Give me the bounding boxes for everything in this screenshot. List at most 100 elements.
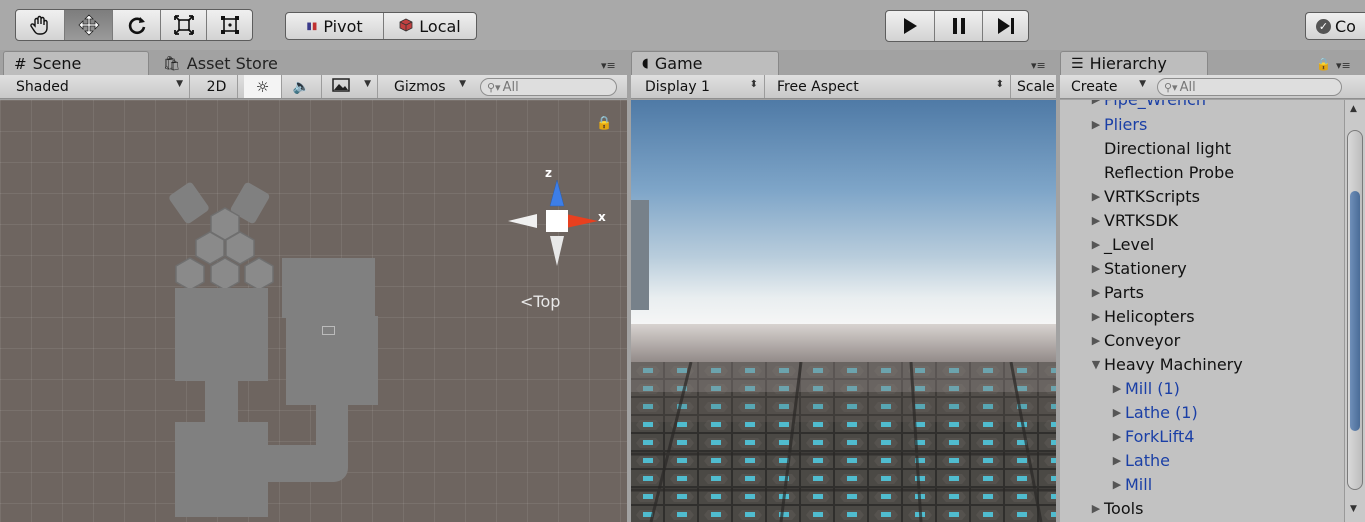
scrollbar-thumb[interactable] [1347, 130, 1363, 490]
scale-slider[interactable]: Scale [1011, 75, 1056, 98]
tab-asset-store[interactable]: 🛍 Asset Store [152, 51, 302, 75]
speaker-icon: 🔈 [292, 78, 311, 95]
rect-tool-icon[interactable] [206, 10, 252, 40]
scale-label: Scale [1017, 78, 1055, 95]
hierarchy-item[interactable]: ▶ Mill [1109, 472, 1152, 496]
pivot-icon: ▮▮ [306, 20, 318, 32]
expand-arrow-icon[interactable]: ▶ [1109, 382, 1125, 395]
effects-dropdown[interactable]: ▼ [326, 75, 378, 98]
scroll-down-arrow-icon[interactable]: ▼ [1350, 504, 1357, 514]
game-viewport[interactable] [631, 100, 1056, 522]
pause-button[interactable] [934, 11, 982, 41]
gizmo-x-label: x [598, 210, 606, 224]
expand-arrow-icon[interactable]: ▶ [1109, 478, 1125, 491]
hierarchy-item[interactable]: ▶ Parts [1088, 280, 1144, 304]
expand-arrow-icon[interactable]: ▶ [1088, 118, 1104, 131]
2d-toggle[interactable]: 2D [196, 75, 238, 98]
hand-tool-icon[interactable] [16, 10, 64, 40]
pivot-toggle[interactable]: ▮▮ Pivot [286, 13, 383, 39]
hierarchy-item[interactable]: ▶ Stationery [1088, 256, 1187, 280]
gizmos-dropdown[interactable]: Gizmos ▼ [388, 75, 472, 98]
panel-menu-icon[interactable]: ▾≡ [1031, 59, 1046, 72]
shading-mode-dropdown[interactable]: Shaded ▼ [10, 75, 190, 98]
chevron-down-icon: ▼ [364, 79, 371, 89]
expand-arrow-icon[interactable]: ▶ [1088, 310, 1104, 323]
display-dropdown[interactable]: Display 1 ⬍ [639, 75, 765, 98]
pivot-handle-group: ▮▮ Pivot Local [285, 12, 477, 40]
scene-orientation-gizmo[interactable]: z x [502, 166, 612, 276]
hierarchy-scrollbar[interactable]: ▲ ▼ [1344, 100, 1365, 522]
tab-scene[interactable]: # Scene [3, 51, 149, 75]
game-panel: ◖ Game ▾≡ Display 1 ⬍ Free Aspect ⬍ Scal… [631, 51, 1056, 522]
aspect-dropdown[interactable]: Free Aspect ⬍ [771, 75, 1011, 98]
lock-icon[interactable]: 🔒 [1316, 57, 1331, 71]
hierarchy-item[interactable]: Directional light [1088, 136, 1231, 160]
image-icon [332, 77, 350, 96]
tab-asset-store-label: Asset Store [186, 54, 278, 73]
hierarchy-item[interactable]: ▶ Conveyor [1088, 328, 1180, 352]
lighting-toggle[interactable]: ☼ [244, 75, 282, 98]
hierarchy-item-label: Lathe (1) [1125, 402, 1198, 422]
expand-arrow-icon[interactable]: ▶ [1109, 454, 1125, 467]
hierarchy-item[interactable]: ▶ Mill (1) [1109, 376, 1180, 400]
expand-arrow-icon[interactable]: ▶ [1088, 262, 1104, 275]
rotate-tool-icon[interactable] [112, 10, 160, 40]
scene-viewport[interactable]: 🔒 z x <Top [0, 100, 627, 522]
expand-arrow-icon[interactable]: ▶ [1088, 214, 1104, 227]
collapse-arrow-icon[interactable]: ▼ [1088, 358, 1104, 371]
hierarchy-item[interactable]: ▶ Helicopters [1088, 304, 1195, 328]
expand-arrow-icon[interactable]: ▶ [1088, 190, 1104, 203]
hierarchy-item[interactable]: ▶ _Level [1088, 232, 1154, 256]
play-button[interactable] [886, 11, 934, 41]
hierarchy-item[interactable]: ▶ VRTKScripts [1088, 184, 1200, 208]
hierarchy-tree: ▶ Pipe_Wrench ▶PliersDirectional lightRe… [1060, 100, 1344, 522]
step-button[interactable] [982, 11, 1028, 41]
expand-arrow-icon[interactable]: ▶ [1088, 502, 1104, 515]
scroll-up-arrow-icon[interactable]: ▲ [1350, 104, 1357, 114]
hierarchy-item[interactable]: ▼ Heavy Machinery [1088, 352, 1243, 376]
expand-arrow-icon[interactable]: ▶ [1109, 430, 1125, 443]
hierarchy-item-label: Helicopters [1104, 306, 1195, 326]
tab-hierarchy[interactable]: ☰ Hierarchy [1060, 51, 1208, 75]
hierarchy-item-label: _Level [1104, 234, 1155, 254]
collab-label: Co [1335, 16, 1356, 36]
hierarchy-item-label: Conveyor [1104, 330, 1181, 350]
move-tool-icon[interactable] [64, 10, 112, 40]
scale-tool-icon[interactable] [160, 10, 206, 40]
hierarchy-item[interactable]: ▶ Pliers [1088, 112, 1148, 136]
hierarchy-item[interactable]: ▶ Lathe (1) [1109, 400, 1198, 424]
create-dropdown[interactable]: Create ▼ [1065, 75, 1150, 98]
scene-search-input[interactable]: ⚲▾ All [480, 78, 617, 96]
hierarchy-item[interactable]: ▶ Lathe [1109, 448, 1170, 472]
panel-menu-icon[interactable]: ▾≡ [601, 59, 616, 72]
collab-button[interactable]: ✓ Co [1305, 12, 1365, 40]
hierarchy-item[interactable]: ▶ ForkLift4 [1109, 424, 1195, 448]
audio-toggle[interactable]: 🔈 [282, 75, 322, 98]
chevron-down-icon: ▼ [1139, 79, 1146, 89]
expand-arrow-icon[interactable]: ▶ [1088, 286, 1104, 299]
hierarchy-item[interactable]: ▶ Tools [1088, 496, 1144, 520]
panel-menu-icon[interactable]: ▾≡ [1336, 59, 1351, 72]
view-orientation-label[interactable]: <Top [520, 292, 560, 311]
sky [631, 100, 1056, 325]
hierarchy-item[interactable]: ▶ VRTKSDK [1088, 208, 1178, 232]
hierarchy-search-placeholder: All [1179, 79, 1196, 95]
expand-arrow-icon[interactable]: ▶ [1088, 238, 1104, 251]
2d-label: 2D [206, 78, 227, 95]
expand-arrow-icon[interactable]: ▶ [1088, 334, 1104, 347]
game-tabstrip: ◖ Game ▾≡ [631, 51, 1056, 75]
local-toggle[interactable]: Local [383, 13, 476, 39]
hierarchy-item-label: ForkLift4 [1125, 426, 1195, 446]
expand-arrow-icon[interactable]: ▶ [1109, 406, 1125, 419]
hierarchy-search-input[interactable]: ⚲▾ All [1157, 78, 1342, 96]
pacman-game-icon: ◖ [642, 56, 649, 71]
scene-object [175, 422, 268, 517]
hierarchy-item-label: Tools [1104, 498, 1144, 518]
transform-tools [15, 9, 253, 41]
tab-game[interactable]: ◖ Game [631, 51, 779, 75]
expand-arrow-icon: ▶ [1088, 100, 1104, 106]
hierarchy-item-partial[interactable]: ▶ Pipe_Wrench [1088, 100, 1206, 111]
lock-icon[interactable]: 🔒 [596, 116, 612, 131]
hierarchy-item[interactable]: Reflection Probe [1088, 160, 1234, 184]
scene-search-placeholder: All [502, 79, 519, 95]
